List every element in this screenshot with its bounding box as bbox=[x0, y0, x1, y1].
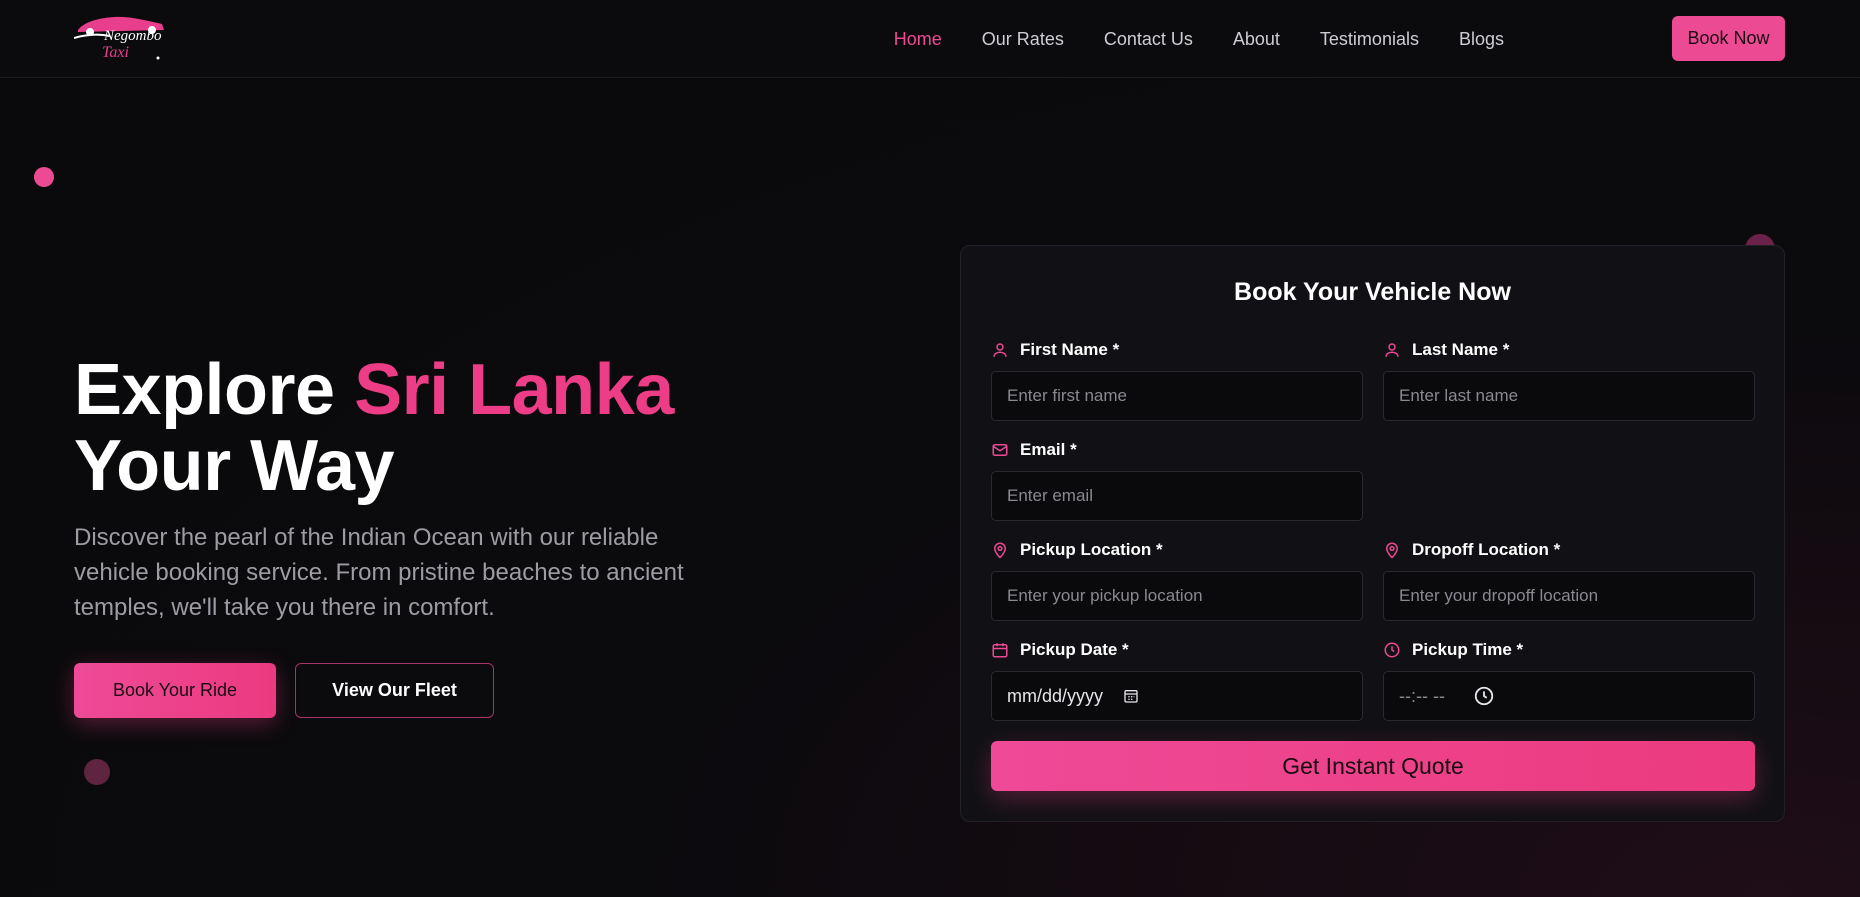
view-our-fleet-button[interactable]: View Our Fleet bbox=[295, 663, 494, 718]
clock-icon bbox=[1384, 642, 1400, 658]
pickup-date-input[interactable]: mm/dd/yyyy bbox=[991, 671, 1363, 721]
map-pin-icon bbox=[1385, 542, 1399, 559]
get-instant-quote-button[interactable]: Get Instant Quote bbox=[991, 741, 1755, 791]
booking-form-card: Book Your Vehicle Now First Name * Last … bbox=[960, 245, 1785, 822]
first-name-label: First Name * bbox=[991, 340, 1119, 360]
email-label-text: Email * bbox=[1020, 440, 1077, 459]
nav-link-home[interactable]: Home bbox=[894, 29, 942, 50]
brand-name-line1: Negombo bbox=[104, 28, 162, 44]
pickup-location-label: Pickup Location * bbox=[991, 540, 1163, 560]
clock-picker-icon[interactable] bbox=[1473, 685, 1495, 707]
email-input[interactable] bbox=[991, 471, 1363, 521]
hero-title-part1: Explore bbox=[74, 350, 355, 430]
mail-icon bbox=[992, 444, 1008, 456]
hero-title-highlight: Sri Lanka bbox=[354, 350, 674, 430]
pickup-time-label: Pickup Time * bbox=[1383, 640, 1523, 660]
last-name-label-text: Last Name * bbox=[1412, 340, 1510, 359]
user-icon bbox=[1385, 343, 1399, 357]
user-icon bbox=[993, 343, 1007, 357]
brand-logo[interactable]: Negombo Taxi bbox=[73, 12, 170, 64]
pickup-date-label-text: Pickup Date * bbox=[1020, 640, 1129, 659]
decorative-dot bbox=[84, 759, 110, 785]
brand-name-line2: Taxi bbox=[102, 44, 129, 61]
calendar-picker-icon[interactable] bbox=[1123, 688, 1139, 704]
hero-title: Explore Sri Lanka Your Way bbox=[74, 352, 674, 504]
pickup-time-label-text: Pickup Time * bbox=[1412, 640, 1524, 659]
pickup-time-input[interactable]: --:-- -- bbox=[1383, 671, 1755, 721]
form-title: Book Your Vehicle Now bbox=[1234, 278, 1511, 306]
decorative-dot bbox=[34, 167, 54, 187]
dropoff-location-label-text: Dropoff Location * bbox=[1412, 540, 1561, 559]
book-now-button[interactable]: Book Now bbox=[1672, 16, 1785, 61]
last-name-input[interactable] bbox=[1383, 371, 1755, 421]
dropoff-location-input[interactable] bbox=[1383, 571, 1755, 621]
pickup-location-label-text: Pickup Location * bbox=[1020, 540, 1163, 559]
pickup-date-value: mm/dd/yyyy bbox=[1007, 685, 1104, 706]
dropoff-location-label: Dropoff Location * bbox=[1383, 540, 1560, 560]
email-label: Email * bbox=[991, 440, 1077, 460]
hero-description: Discover the pearl of the Indian Ocean w… bbox=[74, 524, 684, 621]
nav-link-about[interactable]: About bbox=[1233, 29, 1280, 50]
nav-link-contact-us[interactable]: Contact Us bbox=[1104, 29, 1193, 50]
hero-title-part2: Your Way bbox=[74, 426, 395, 506]
book-your-ride-button[interactable]: Book Your Ride bbox=[74, 663, 276, 718]
map-pin-icon bbox=[993, 542, 1007, 559]
pickup-date-label: Pickup Date * bbox=[991, 640, 1129, 660]
pickup-location-input[interactable] bbox=[991, 571, 1363, 621]
top-navbar: Negombo Taxi Home Our Rates Contact Us A… bbox=[0, 0, 1860, 78]
pickup-time-value: --:-- -- bbox=[1399, 685, 1445, 706]
nav-link-blogs[interactable]: Blogs bbox=[1459, 29, 1504, 50]
nav-link-our-rates[interactable]: Our Rates bbox=[982, 29, 1064, 50]
nav-link-testimonials[interactable]: Testimonials bbox=[1320, 29, 1419, 50]
nav-links: Home Our Rates Contact Us About Testimon… bbox=[854, 0, 1504, 78]
first-name-label-text: First Name * bbox=[1020, 340, 1120, 359]
first-name-input[interactable] bbox=[991, 371, 1363, 421]
calendar-icon bbox=[992, 643, 1008, 658]
last-name-label: Last Name * bbox=[1383, 340, 1509, 360]
